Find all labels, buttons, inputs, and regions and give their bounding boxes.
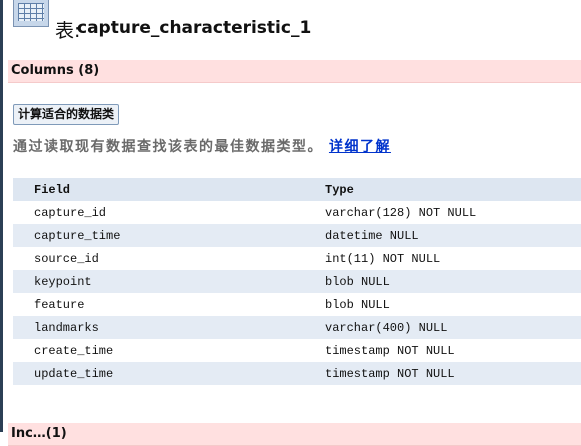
left-border (0, 0, 3, 432)
table-header-row: Field Type (13, 178, 581, 201)
type-cell: blob NULL (304, 293, 581, 316)
calc-datatype-button[interactable]: 计算适合的数据类 (13, 104, 120, 125)
indexes-section-header[interactable]: Inc…(1) (8, 423, 581, 446)
description-text: 通过读取现有数据查找该表的最佳数据类型。 (13, 139, 323, 155)
table-row[interactable]: source_id int(11) NOT NULL (13, 247, 581, 270)
type-cell: varchar(128) NOT NULL (304, 201, 581, 224)
table-row[interactable]: create_time timestamp NOT NULL (13, 339, 581, 362)
field-cell: source_id (13, 247, 304, 270)
field-cell: keypoint (13, 270, 304, 293)
columns-section-header[interactable]: Columns (8) (8, 60, 581, 83)
header-type: Type (304, 178, 581, 201)
type-cell: timestamp NOT NULL (304, 362, 581, 385)
table-row[interactable]: feature blob NULL (13, 293, 581, 316)
type-cell: int(11) NOT NULL (304, 247, 581, 270)
table-row[interactable]: capture_time datetime NULL (13, 224, 581, 247)
type-cell: blob NULL (304, 270, 581, 293)
type-cell: timestamp NOT NULL (304, 339, 581, 362)
table-row[interactable]: keypoint blob NULL (13, 270, 581, 293)
description: 通过读取现有数据查找该表的最佳数据类型。 详细了解 (13, 136, 391, 156)
table-row[interactable]: update_time timestamp NOT NULL (13, 362, 581, 385)
columns-table: Field Type capture_id varchar(128) NOT N… (13, 178, 581, 385)
type-cell: datetime NULL (304, 224, 581, 247)
table-icon (13, 0, 49, 27)
table-row[interactable]: landmarks varchar(400) NULL (13, 316, 581, 339)
type-cell: varchar(400) NULL (304, 316, 581, 339)
indexes-section-label: Inc…(1) (11, 426, 67, 441)
field-cell: capture_time (13, 224, 304, 247)
columns-section-label: Columns (8) (11, 63, 100, 78)
page-title: capture_characteristic_1 (77, 18, 312, 38)
learn-more-link[interactable]: 详细了解 (329, 139, 391, 155)
header-field: Field (13, 178, 304, 201)
field-cell: update_time (13, 362, 304, 385)
field-cell: feature (13, 293, 304, 316)
field-cell: landmarks (13, 316, 304, 339)
field-cell: capture_id (13, 201, 304, 224)
field-cell: create_time (13, 339, 304, 362)
page-header: 表: capture_characteristic_1 (3, 0, 581, 56)
table-row[interactable]: capture_id varchar(128) NOT NULL (13, 201, 581, 224)
